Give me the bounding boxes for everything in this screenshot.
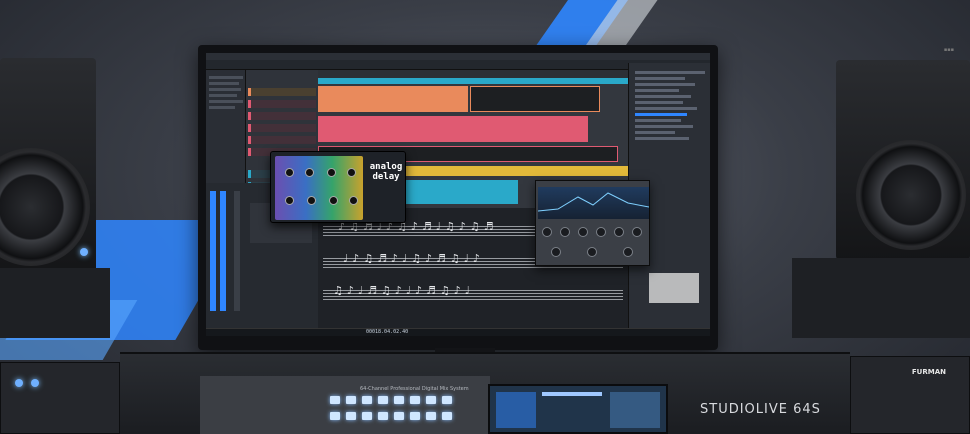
left-rack-unit xyxy=(0,362,120,434)
eq-knob[interactable] xyxy=(542,227,552,237)
plugin-title-line1: analog xyxy=(369,162,403,172)
plugin-title: analog delay xyxy=(367,162,405,182)
console-button[interactable] xyxy=(410,396,420,404)
music-notes-icon: ♫♪♩♬♫♪♩♪♬♫♪♩ xyxy=(333,284,474,297)
console-touchscreen[interactable] xyxy=(488,384,668,434)
ruler[interactable] xyxy=(318,70,628,78)
eq-knob[interactable] xyxy=(632,227,642,237)
transport-time: 00018.04.02.40 xyxy=(366,329,409,335)
daw-menu-bar[interactable] xyxy=(206,53,710,60)
left-woofer-icon xyxy=(0,148,90,266)
eq-knob[interactable] xyxy=(578,227,588,237)
console-description: 64-Channel Professional Digital Mix Syst… xyxy=(360,386,469,392)
plugin-knob[interactable] xyxy=(285,168,294,177)
plugin-knob[interactable] xyxy=(307,196,316,205)
track-event[interactable] xyxy=(318,116,588,142)
console-button[interactable] xyxy=(442,412,452,420)
eq-knob[interactable] xyxy=(623,247,633,257)
plugin-knob[interactable] xyxy=(347,168,356,177)
eq-knob[interactable] xyxy=(587,247,597,257)
eq-plugin-window[interactable] xyxy=(535,180,650,266)
console-button[interactable] xyxy=(394,412,404,420)
eq-curve-graph[interactable] xyxy=(537,187,649,219)
rack-led-icon xyxy=(31,379,39,387)
console-button[interactable] xyxy=(362,412,372,420)
rack-led-icon xyxy=(15,379,23,387)
left-speaker-led-icon xyxy=(80,248,88,256)
eq-knob[interactable] xyxy=(551,247,561,257)
console-button[interactable] xyxy=(378,396,388,404)
eq-knob[interactable] xyxy=(614,227,624,237)
console-button[interactable] xyxy=(378,412,388,420)
monitor-logo-icon: ▪▪▪ xyxy=(943,47,954,53)
plugin-control-panel xyxy=(275,156,363,220)
console-button[interactable] xyxy=(330,412,340,420)
plugin-knob[interactable] xyxy=(329,196,338,205)
console-button[interactable] xyxy=(330,396,340,404)
console-control-surface xyxy=(200,376,490,434)
track-event[interactable] xyxy=(318,78,628,84)
plugin-knob[interactable] xyxy=(305,168,314,177)
right-studio-monitor-speaker xyxy=(836,60,970,260)
console-button[interactable] xyxy=(410,412,420,420)
analog-delay-plugin-window[interactable]: analog delay xyxy=(270,151,406,223)
right-speaker-stand xyxy=(792,258,970,338)
eq-knob[interactable] xyxy=(560,227,570,237)
console-button[interactable] xyxy=(426,412,436,420)
console-button[interactable] xyxy=(426,396,436,404)
console-button[interactable] xyxy=(442,396,452,404)
console-button[interactable] xyxy=(362,396,372,404)
left-studio-monitor-speaker xyxy=(0,58,96,276)
plugin-knob[interactable] xyxy=(327,168,336,177)
music-notes-icon: ♩♪♫♬♪♩♫♪♬♫♩♪ xyxy=(343,252,484,265)
console-button[interactable] xyxy=(394,396,404,404)
studio-scene: ▪▪▪ ♪♫♬♩♪♫♪♬♩♫♪♫♬ ♩♪♫♬♪♩♫♪♬♫♩♪ ♫♪♩♬♫♪♩♪♬… xyxy=(0,0,970,434)
console-button[interactable] xyxy=(346,396,356,404)
eq-knob[interactable] xyxy=(596,227,606,237)
plugin-knob[interactable] xyxy=(285,196,294,205)
plugin-title-line2: delay xyxy=(372,172,400,182)
right-rack-unit xyxy=(850,356,970,434)
track-event[interactable] xyxy=(470,86,600,112)
plugin-knob[interactable] xyxy=(349,196,358,205)
eq-curve-icon xyxy=(537,192,649,212)
left-speaker-stand xyxy=(0,268,110,338)
rack-brand-label: FURMAN xyxy=(911,368,946,376)
console-brand: STUDIOLIVE 64S xyxy=(700,402,821,417)
track-event[interactable] xyxy=(318,86,468,112)
right-woofer-icon xyxy=(856,140,966,250)
console-button[interactable] xyxy=(346,412,356,420)
transport-bar[interactable]: 00018.04.02.40 xyxy=(206,328,710,336)
